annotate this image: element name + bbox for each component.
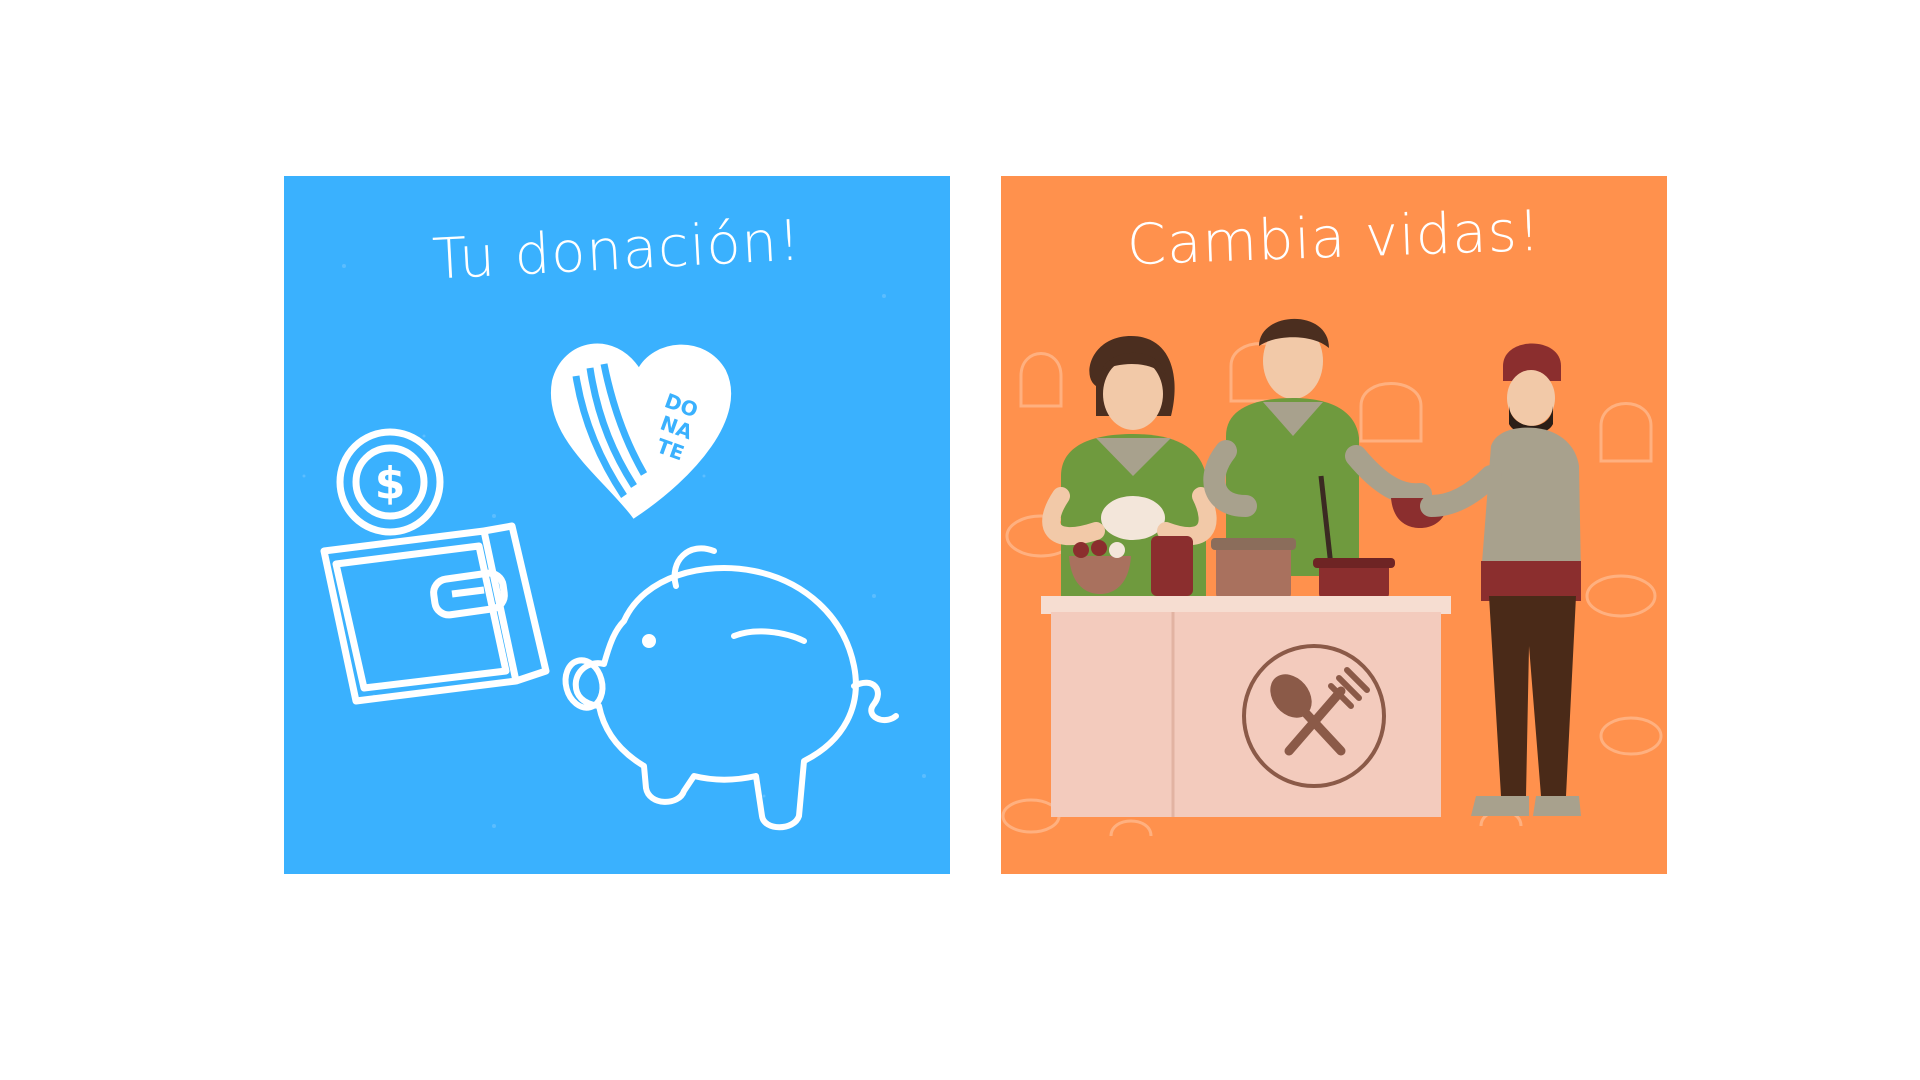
wallet-icon bbox=[320, 522, 550, 705]
volunteer-man bbox=[1203, 318, 1432, 576]
change-lives-panel: Cambia vidas! bbox=[1001, 176, 1667, 874]
donation-panel: $ DO NA TE Tu donación! bbox=[284, 176, 950, 874]
heart-donate-icon: DO NA TE bbox=[550, 343, 732, 519]
piggy-bank-icon bbox=[562, 545, 899, 831]
coin-dollar-symbol: $ bbox=[375, 458, 406, 509]
food-bank-illustration bbox=[1001, 318, 1663, 837]
recipient-man bbox=[1420, 343, 1581, 816]
counter-top bbox=[1041, 596, 1451, 614]
